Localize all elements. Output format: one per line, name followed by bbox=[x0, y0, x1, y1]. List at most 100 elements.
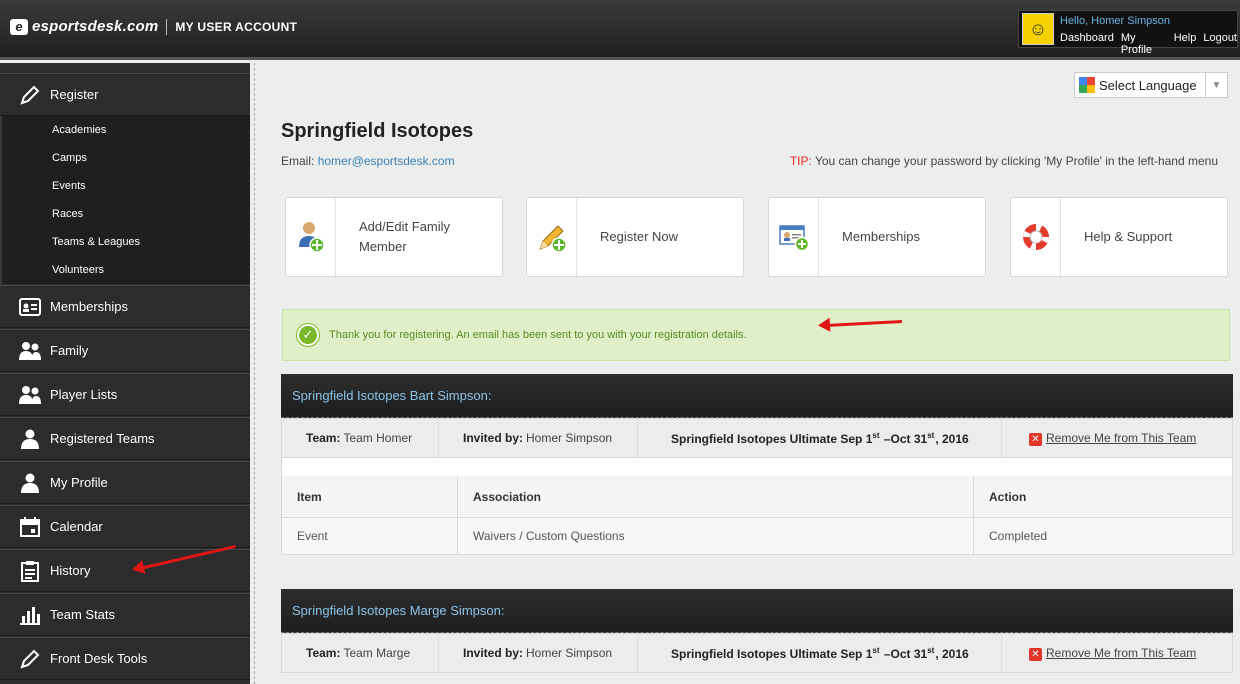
email-line: Email: homer@esportsdesk.com bbox=[281, 154, 455, 168]
invited-label: Invited by: bbox=[463, 431, 524, 445]
players-icon bbox=[18, 383, 42, 407]
team-label: Team: bbox=[306, 431, 341, 445]
user-box: ☺ Hello, Homer Simpson Dashboard My Prof… bbox=[1018, 10, 1238, 56]
sidebar-subitem-teams-leagues[interactable]: Teams & Leagues bbox=[52, 236, 140, 248]
event-name: Springfield Isotopes Ultimate Sep 1st –O… bbox=[671, 645, 969, 661]
team-info-row: Team: Team Marge Invited by: Homer Simps… bbox=[281, 633, 1233, 673]
dashboard-link[interactable]: Dashboard bbox=[1060, 32, 1114, 56]
sidebar-item-history[interactable]: History bbox=[0, 549, 250, 592]
column-header-association: Association bbox=[458, 476, 974, 517]
sidebar-item-memberships[interactable]: Memberships bbox=[0, 285, 250, 328]
pencil-icon bbox=[18, 83, 42, 107]
sidebar-item-label: Registered Teams bbox=[50, 431, 155, 446]
sidebar-item-family[interactable]: Family bbox=[0, 329, 250, 372]
user-icon bbox=[18, 427, 42, 451]
add-edit-family-member-button[interactable]: Add/Edit Family Member bbox=[285, 197, 503, 277]
sidebar-subitem-volunteers[interactable]: Volunteers bbox=[52, 264, 104, 276]
tip-text: You can change your password by clicking… bbox=[811, 154, 1218, 168]
sidebar-item-label: Front Desk Tools bbox=[50, 651, 148, 666]
invited-label: Invited by: bbox=[463, 646, 524, 660]
logo-divider bbox=[166, 18, 168, 35]
sidebar: Register Academies Camps Events Races Te… bbox=[0, 63, 250, 684]
table-row: Event Waivers / Custom Questions Complet… bbox=[282, 518, 1232, 554]
tile-label: Memberships bbox=[842, 229, 921, 244]
memberships-button[interactable]: Memberships bbox=[768, 197, 986, 277]
sidebar-item-register[interactable]: Register bbox=[0, 73, 250, 116]
language-select-label: Select Language bbox=[1099, 77, 1197, 93]
help-support-button[interactable]: Help & Support bbox=[1010, 197, 1228, 277]
remove-from-team-link[interactable]: ✕ Remove Me from This Team bbox=[1029, 646, 1196, 661]
content-divider bbox=[254, 63, 255, 684]
tip-line: TIP: You can change your password by cli… bbox=[790, 154, 1218, 168]
sidebar-item-front-desk-tools[interactable]: Front Desk Tools bbox=[0, 637, 250, 680]
invited-value: Homer Simpson bbox=[526, 646, 613, 660]
logo-mark-icon: e bbox=[10, 18, 28, 35]
email-value[interactable]: homer@esportsdesk.com bbox=[318, 154, 455, 168]
sidebar-item-label: History bbox=[50, 563, 91, 578]
sidebar-item-calendar[interactable]: Calendar bbox=[0, 505, 250, 548]
sidebar-subitem-camps[interactable]: Camps bbox=[52, 152, 87, 164]
registration-items-table: Item Association Action Event Waivers / … bbox=[281, 458, 1233, 555]
sidebar-item-label: Family bbox=[50, 343, 89, 358]
lifebuoy-icon bbox=[1011, 198, 1061, 276]
sidebar-item-label: Player Lists bbox=[50, 387, 118, 402]
team-info-row: Team: Team Homer Invited by: Homer Simps… bbox=[281, 418, 1233, 458]
bar-chart-icon bbox=[18, 603, 42, 627]
email-label: Email: bbox=[281, 154, 315, 168]
logout-link[interactable]: Logout bbox=[1203, 32, 1237, 56]
top-bar: e esportsdesk.com MY USER ACCOUNT ☺ Hell… bbox=[0, 0, 1240, 60]
remove-cell: ✕ Remove Me from This Team bbox=[1002, 634, 1232, 672]
invited-value: Homer Simpson bbox=[526, 431, 613, 445]
calendar-icon bbox=[18, 515, 42, 539]
membership-card-icon bbox=[769, 198, 819, 276]
google-icon bbox=[1079, 77, 1095, 93]
tip-label: TIP: bbox=[789, 154, 812, 168]
site-logo[interactable]: e esportsdesk.com MY USER ACCOUNT bbox=[10, 18, 297, 35]
team-cell: Team: Team Marge bbox=[282, 634, 439, 672]
sidebar-item-label: Team Stats bbox=[50, 607, 116, 622]
sidebar-item-my-profile[interactable]: My Profile bbox=[0, 461, 250, 504]
dropdown-arrow-icon: ▼ bbox=[1205, 73, 1227, 97]
table-header-row: Item Association Action bbox=[282, 458, 1232, 518]
section-title: MY USER ACCOUNT bbox=[175, 19, 298, 34]
register-submenu: Academies Camps Events Races Teams & Lea… bbox=[0, 116, 250, 284]
register-now-button[interactable]: Register Now bbox=[526, 197, 744, 277]
register-pencil-icon bbox=[527, 198, 577, 276]
table-cell-action: Completed bbox=[989, 529, 1048, 543]
sidebar-subitem-events[interactable]: Events bbox=[52, 180, 86, 192]
my-profile-link[interactable]: My Profile bbox=[1121, 32, 1167, 56]
page-title: Springfield Isotopes bbox=[281, 120, 474, 142]
help-link[interactable]: Help bbox=[1174, 32, 1197, 56]
user-greeting: Hello, Homer Simpson bbox=[1060, 15, 1171, 27]
column-header-action: Action bbox=[989, 489, 1027, 504]
column-header-item: Item bbox=[282, 476, 458, 517]
success-message: Thank you for registering. An email has … bbox=[329, 329, 747, 341]
sidebar-item-label: My Profile bbox=[50, 475, 108, 490]
user-links: Dashboard My Profile Help Logout bbox=[1060, 32, 1237, 56]
sidebar-item-label: Register bbox=[50, 87, 99, 102]
team-value: Team Marge bbox=[343, 646, 411, 660]
tile-label: Add/Edit Family Member bbox=[359, 219, 451, 254]
close-icon: ✕ bbox=[1029, 647, 1042, 661]
event-cell: Springfield Isotopes Ultimate Sep 1st –O… bbox=[638, 634, 1002, 672]
team-label: Team: bbox=[306, 646, 341, 660]
sidebar-item-registered-teams[interactable]: Registered Teams bbox=[0, 417, 250, 460]
pencil-icon bbox=[18, 647, 42, 671]
tile-label: Register Now bbox=[600, 229, 679, 244]
sidebar-item-player-lists[interactable]: Player Lists bbox=[0, 373, 250, 416]
sidebar-item-team-stats[interactable]: Team Stats bbox=[0, 593, 250, 636]
family-icon bbox=[18, 339, 42, 363]
avatar[interactable]: ☺ bbox=[1022, 13, 1054, 45]
table-cell-association: Waivers / Custom Questions bbox=[458, 518, 974, 554]
user-icon bbox=[18, 471, 42, 495]
tile-label: Help & Support bbox=[1084, 229, 1173, 244]
language-select[interactable]: Select Language ▼ bbox=[1074, 72, 1228, 98]
sidebar-subitem-races[interactable]: Races bbox=[52, 208, 83, 220]
remove-from-team-link[interactable]: ✕ Remove Me from This Team bbox=[1029, 431, 1196, 446]
registration-panel: Springfield Isotopes Marge Simpson: Team… bbox=[281, 589, 1233, 673]
add-family-member-icon bbox=[286, 198, 336, 276]
team-value: Team Homer bbox=[343, 431, 413, 445]
sidebar-subitem-academies[interactable]: Academies bbox=[52, 124, 106, 136]
close-icon: ✕ bbox=[1029, 432, 1042, 446]
registration-title: Springfield Isotopes Marge Simpson: bbox=[281, 589, 1233, 633]
